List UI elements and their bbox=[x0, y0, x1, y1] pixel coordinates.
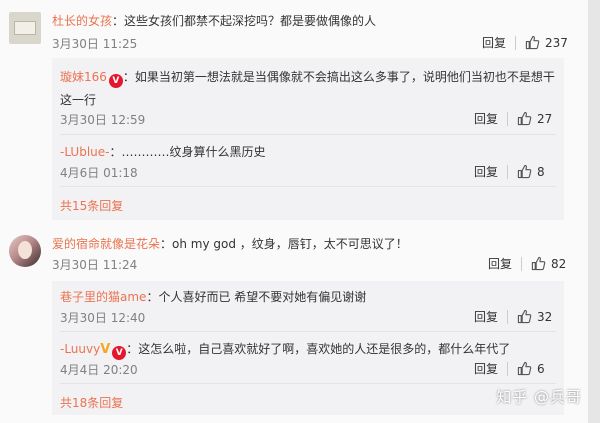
divider bbox=[507, 111, 509, 126]
reply-button[interactable]: 回复 bbox=[474, 163, 498, 180]
scrollbar-track[interactable] bbox=[588, 0, 600, 423]
like-button[interactable]: 237 bbox=[525, 35, 568, 50]
comment-text-row: 杜长的女孩：这些女孩们都禁不起深挖吗？都是要做偶像的人 bbox=[52, 12, 376, 29]
sub-reply-username[interactable]: -LUblue- bbox=[60, 145, 109, 159]
sub-reply-text-cont: 这一行 bbox=[60, 93, 97, 107]
like-button[interactable]: 82 bbox=[531, 256, 566, 271]
avatar[interactable] bbox=[9, 12, 41, 44]
sub-reply-username[interactable]: 巷子里的猫ame bbox=[60, 290, 146, 304]
sub-reply-row: -LUblue-：…………纹身算什么黑历史 bbox=[60, 143, 266, 160]
vip-badge-icon: V bbox=[108, 74, 123, 88]
divider bbox=[515, 35, 517, 50]
comment-username[interactable]: 爱的宿命就像是花朵 bbox=[52, 237, 160, 251]
comment-text: ：这些女孩们都禁不起深挖吗？都是要做偶像的人 bbox=[112, 14, 377, 28]
reply-button[interactable]: 回复 bbox=[474, 308, 498, 325]
sub-reply-actions: 回复 27 bbox=[474, 110, 552, 127]
sub-separator bbox=[60, 186, 556, 187]
divider bbox=[507, 361, 509, 376]
thumbs-up-icon bbox=[525, 35, 540, 50]
sub-reply-time: 4月6日 01:18 bbox=[60, 166, 138, 180]
sub-separator bbox=[60, 134, 556, 135]
comment-time: 3月30日 11:25 bbox=[52, 37, 138, 51]
like-count: 237 bbox=[545, 35, 568, 50]
sub-reply-username[interactable]: 璇妹166 bbox=[60, 70, 107, 84]
thumbs-up-icon bbox=[531, 256, 546, 271]
like-button[interactable]: 32 bbox=[517, 309, 552, 324]
sub-separator bbox=[60, 383, 556, 384]
divider bbox=[507, 309, 509, 324]
sub-reply-row: 巷子里的猫ame：个人喜好而已 希望不要对她有偏见谢谢 bbox=[60, 288, 366, 305]
reply-button[interactable]: 回复 bbox=[482, 34, 506, 51]
thumbs-up-icon bbox=[517, 164, 532, 179]
vip-badge-icon: V bbox=[112, 346, 127, 360]
sub-reply-text: ：…………纹身算什么黑历史 bbox=[109, 145, 266, 159]
divider bbox=[521, 256, 523, 271]
sub-reply-text: ：这怎么啦，自己喜欢就好了啊，喜欢她的人还是很多的，都什么年代了 bbox=[126, 342, 511, 356]
like-count: 32 bbox=[537, 309, 553, 324]
sub-reply-text: ：如果当初第一想法就是当偶像就不会搞出这么多事了，说明他们当初也不是想干 bbox=[122, 70, 555, 84]
reply-button[interactable]: 回复 bbox=[474, 360, 498, 377]
thumbs-up-icon bbox=[517, 111, 532, 126]
sub-reply-row: 璇妹166 V ：如果当初第一想法就是当偶像就不会搞出这么多事了，说明他们当初也不是… bbox=[60, 68, 555, 88]
sub-reply-time: 3月30日 12:40 bbox=[60, 311, 146, 325]
sub-reply-actions: 回复 6 bbox=[474, 360, 545, 377]
more-replies-link[interactable]: 共18条回复 bbox=[60, 394, 123, 411]
like-button[interactable]: 6 bbox=[517, 361, 545, 376]
sub-reply-time: 4月4日 20:20 bbox=[60, 363, 138, 377]
sub-reply-actions: 回复 32 bbox=[474, 308, 552, 325]
more-replies-link[interactable]: 共15条回复 bbox=[60, 197, 123, 214]
divider bbox=[507, 164, 509, 179]
like-count: 6 bbox=[537, 361, 545, 376]
comment-actions: 回复 82 bbox=[488, 255, 566, 272]
like-button[interactable]: 27 bbox=[517, 111, 552, 126]
like-count: 82 bbox=[551, 256, 567, 271]
like-count: 8 bbox=[537, 164, 545, 179]
comment-actions: 回复 237 bbox=[482, 34, 568, 51]
reply-button[interactable]: 回复 bbox=[474, 110, 498, 127]
sub-reply-text: ：个人喜好而已 希望不要对她有偏见谢谢 bbox=[146, 290, 367, 304]
comment-time: 3月30日 11:24 bbox=[52, 258, 138, 272]
like-count: 27 bbox=[537, 111, 553, 126]
comment-username[interactable]: 杜长的女孩 bbox=[52, 14, 112, 28]
thumbs-up-icon bbox=[517, 309, 532, 324]
avatar[interactable] bbox=[9, 235, 41, 267]
watermark: 知乎 @兵哥 bbox=[496, 388, 582, 406]
like-button[interactable]: 8 bbox=[517, 164, 545, 179]
sub-separator bbox=[60, 331, 556, 332]
comment-text-row: 爱的宿命就像是花朵：oh my god ，纹身，唇钉，太不可思议了！ bbox=[52, 235, 408, 252]
sub-reply-time: 3月30日 12:59 bbox=[60, 113, 146, 127]
verified-v-icon: V bbox=[100, 342, 111, 357]
sub-reply-row: -LuuvyV V ：这怎么啦，自己喜欢就好了啊，喜欢她的人还是很多的，都什么年代了 bbox=[60, 340, 510, 360]
reply-button[interactable]: 回复 bbox=[488, 255, 512, 272]
sub-reply-actions: 回复 8 bbox=[474, 163, 545, 180]
comment-text: ：oh my god ，纹身，唇钉，太不可思议了！ bbox=[160, 237, 408, 251]
sub-reply-username[interactable]: -Luuvy bbox=[60, 342, 100, 356]
thumbs-up-icon bbox=[517, 361, 532, 376]
